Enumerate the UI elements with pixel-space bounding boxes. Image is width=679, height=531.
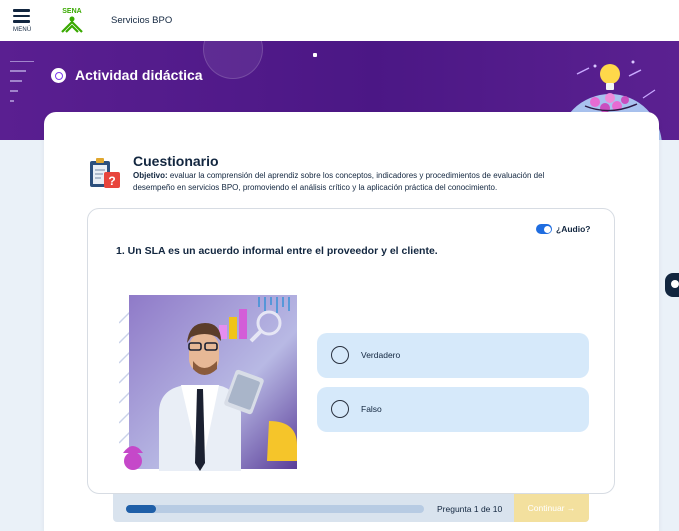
toggle-knob <box>543 225 551 233</box>
svg-text:?: ? <box>108 174 115 188</box>
audio-toggle[interactable] <box>536 224 552 234</box>
progress-fill <box>126 505 156 513</box>
sena-logo: SENA <box>61 8 83 33</box>
quiz-title: Cuestionario <box>133 153 219 169</box>
question-text: 1. Un SLA es un acuerdo informal entre e… <box>116 245 438 257</box>
objective-label: Objetivo: <box>133 171 168 180</box>
decorative-circle <box>203 41 263 79</box>
hamburger-icon <box>13 9 30 12</box>
hamburger-bar <box>13 20 30 23</box>
radio-button[interactable] <box>331 346 349 364</box>
progress-label: Pregunta 1 de 10 <box>437 504 503 514</box>
option-verdadero[interactable]: Verdadero <box>317 333 589 378</box>
banner-title: Actividad didáctica <box>75 67 203 83</box>
logo-text: SENA <box>62 8 81 15</box>
objective-text: evaluar la comprensión del aprendiz sobr… <box>133 171 545 192</box>
option-label: Falso <box>361 404 382 414</box>
radio-button[interactable] <box>331 400 349 418</box>
option-falso[interactable]: Falso <box>317 387 589 432</box>
menu-label: MENÚ <box>13 27 32 33</box>
top-bar: MENÚ SENA Servicios BPO <box>0 0 679 41</box>
hamburger-bar <box>13 14 30 17</box>
audio-label: ¿Audio? <box>556 224 591 234</box>
app-name: Servicios BPO <box>111 15 173 26</box>
progress-bar <box>126 505 424 513</box>
decorative-dot <box>313 53 317 57</box>
continue-button[interactable]: Continuar → <box>514 494 589 522</box>
menu-button[interactable]: MENÚ <box>13 9 33 35</box>
businessman-tablet-illustration <box>119 293 301 471</box>
clipboard-question-icon: ? <box>90 158 120 188</box>
option-label: Verdadero <box>361 350 401 360</box>
decorative-lines <box>10 61 34 102</box>
target-icon <box>51 68 66 83</box>
accessibility-side-button[interactable] <box>665 273 679 297</box>
quiz-objective: Objetivo: evaluar la comprensión del apr… <box>133 170 583 194</box>
